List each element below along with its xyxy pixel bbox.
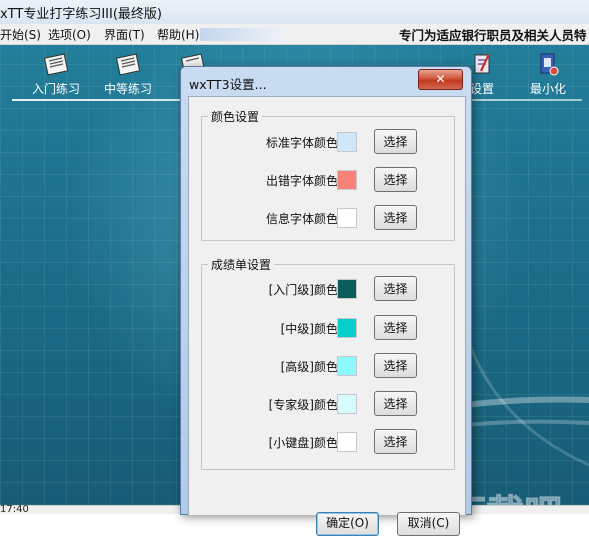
beginner-color-choose-button[interactable]: 选择 [374,276,417,301]
intermediate-color-choose-button[interactable]: 选择 [374,315,417,340]
toolbar-label: 设置 [469,82,494,96]
menu-help[interactable]: 帮助(H) [157,26,199,43]
menu-options[interactable]: 选项(O) [48,26,91,43]
advanced-color-row: [高级]颜色: 选择 [202,353,454,379]
info-font-color-choose-button[interactable]: 选择 [374,205,417,230]
menu-start[interactable]: 开始(S) [0,26,41,43]
menu-interface[interactable]: 界面(T) [104,26,145,43]
cancel-button[interactable]: 取消(C) [397,512,460,536]
status-time: 17:40 [0,504,29,515]
error-font-color-label: 出错字体颜色: [265,174,342,188]
advanced-color-choose-button[interactable]: 选择 [374,353,417,378]
font-color-group: 颜色设置 标准字体颜色: 选择 出错字体颜色: 选择 信息字体颜色: 选择 [201,108,455,241]
beginner-color-label: [入门级]颜色: [268,283,342,297]
error-font-color-choose-button[interactable]: 选择 [374,167,417,192]
app-title-bar: xTT专业打字练习III(最终版) [0,0,589,25]
error-font-color-swatch [337,170,357,190]
toolbar-intermediate-practice[interactable]: 中等练习 [93,51,163,97]
ok-button[interactable]: 确定(O) [316,512,379,536]
toolbar-label: 中等练习 [103,82,152,96]
report-color-group: 成绩单设置 [入门级]颜色: 选择 [中级]颜色: 选择 [高级]颜色: 选择 … [201,256,455,470]
keypad-color-swatch [337,432,357,452]
toolbar-label: 入门练习 [31,82,80,96]
settings-dialog: wxTT3设置... ✕ 颜色设置 标准字体颜色: 选择 出错字体颜色: 选择 … [180,66,472,536]
standard-font-color-row: 标准字体颜色: 选择 [202,129,454,155]
info-font-color-swatch [337,208,357,228]
error-font-color-row: 出错字体颜色: 选择 [202,167,454,193]
standard-font-color-swatch [337,132,357,152]
close-button[interactable]: ✕ [418,69,463,90]
toolbar-minimize[interactable]: 最小化 [513,51,583,97]
dialog-title: wxTT3设置... [189,77,267,92]
advanced-color-label: [高级]颜色: [280,360,342,374]
app-title: xTT专业打字练习III(最终版) [0,7,162,22]
font-color-group-title: 颜色设置 [208,108,263,125]
expert-color-swatch [337,394,357,414]
menu-gradient-decoration [200,28,286,41]
minimize-icon [540,53,559,76]
expert-color-row: [专家级]颜色: 选择 [202,391,454,417]
intermediate-color-label: [中级]颜色: [280,322,342,336]
intermediate-color-swatch [337,318,357,338]
advanced-color-swatch [337,356,357,376]
newspaper-icon [115,53,141,76]
newspaper-icon [43,53,69,76]
settings-icon [474,53,490,74]
keypad-color-choose-button[interactable]: 选择 [374,429,417,454]
intermediate-color-row: [中级]颜色: 选择 [202,315,454,341]
standard-font-color-label: 标准字体颜色: [265,136,342,150]
toolbar-beginner-practice[interactable]: 入门练习 [21,51,91,97]
beginner-color-row: [入门级]颜色: 选择 [202,276,454,302]
expert-color-label: [专家级]颜色: [268,398,342,412]
app-slogan: 专门为适应银行职员及相关人员特 [399,28,587,43]
info-font-color-row: 信息字体颜色: 选择 [202,205,454,231]
keypad-color-label: [小键盘]颜色: [268,436,342,450]
toolbar-label: 最小化 [529,82,566,96]
report-color-group-title: 成绩单设置 [208,256,275,273]
expert-color-choose-button[interactable]: 选择 [374,391,417,416]
info-font-color-label: 信息字体颜色: [265,212,342,226]
close-icon: ✕ [435,72,446,86]
standard-font-color-choose-button[interactable]: 选择 [374,129,417,154]
keypad-color-row: [小键盘]颜色: 选择 [202,429,454,455]
menu-bar: 开始(S) 选项(O) 界面(T) 帮助(H) 专门为适应银行职员及相关人员特 [0,24,589,45]
beginner-color-swatch [337,279,357,299]
dialog-body: 颜色设置 标准字体颜色: 选择 出错字体颜色: 选择 信息字体颜色: 选择 成绩… [188,96,466,536]
